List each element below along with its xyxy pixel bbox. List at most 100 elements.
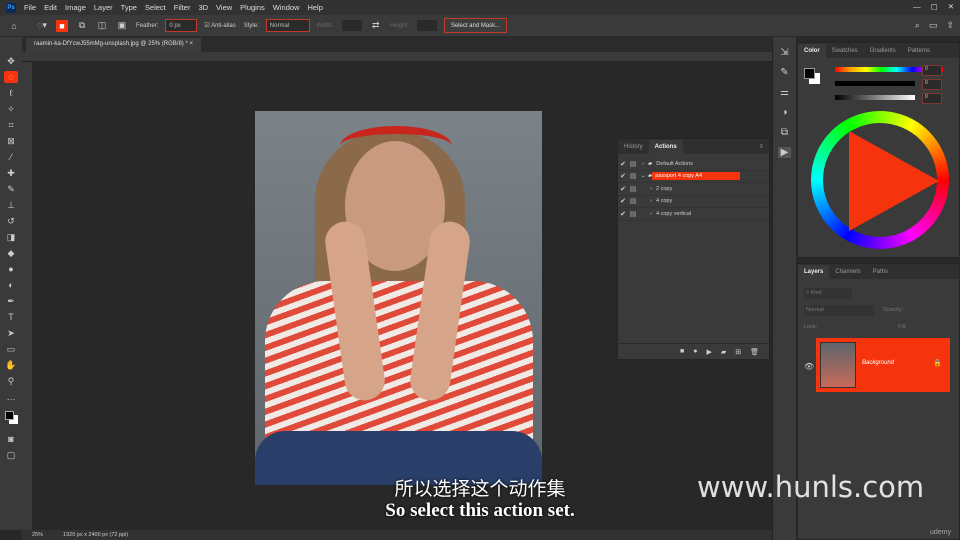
tab-patterns[interactable]: Patterns [902,44,936,58]
color-triangle[interactable] [849,131,939,231]
visibility-eye-icon[interactable]: 👁 [804,362,814,371]
layer-row-background[interactable]: Background 🔒 [816,338,950,392]
dialog-toggle-icon[interactable]: ▤ [628,172,638,180]
expand-icon[interactable]: › [638,198,652,204]
antialias-checkbox[interactable]: ☑ Anti-alias [204,22,235,29]
play-icon[interactable]: ▶ [706,348,711,356]
check-icon[interactable]: ✔ [618,197,628,205]
foreground-swatch[interactable] [804,68,815,79]
path-selection-icon[interactable]: ➤ [4,327,18,339]
eraser-tool-icon[interactable]: ◨ [4,231,18,243]
new-action-icon[interactable]: ⊞ [735,348,741,356]
pen-tool-icon[interactable]: ✒ [4,295,18,307]
new-set-icon[interactable]: ▰ [721,348,726,356]
marquee-preset-icon[interactable]: ◌▾ [36,20,48,32]
properties-icon[interactable]: ⚌ [780,87,789,98]
history-panel-icon[interactable]: ⇲ [780,47,788,58]
zoom-level[interactable]: 25% [32,532,43,538]
minimize-icon[interactable]: — [913,2,921,11]
crop-tool-icon[interactable]: ⌗ [4,119,18,131]
screen-mode-icon[interactable]: ▢ [4,449,18,461]
action-set-passport[interactable]: ✔ ▤ ⌄ ▰ passport 4 copy A4 [618,171,769,183]
history-brush-icon[interactable]: ↺ [4,215,18,227]
magic-wand-tool-icon[interactable]: ✧ [4,103,18,115]
menu-image[interactable]: Image [65,3,86,12]
width-input[interactable] [341,20,362,31]
dialog-toggle-icon[interactable]: ▤ [628,197,638,205]
tab-swatches[interactable]: Swatches [826,44,864,58]
dialog-toggle-icon[interactable]: ▤ [628,185,638,193]
subtract-selection-icon[interactable]: ◫ [96,20,108,32]
menu-plugins[interactable]: Plugins [240,3,265,12]
workspace-icon[interactable]: ▭ [929,20,938,31]
check-icon[interactable]: ✔ [618,185,628,193]
expand-icon[interactable]: › [638,161,648,167]
tab-actions[interactable]: Actions [648,139,683,154]
dialog-toggle-icon[interactable]: ▤ [628,210,638,218]
expand-icon[interactable]: › [638,186,652,192]
s-value[interactable]: 0 [922,79,942,90]
saturation-slider[interactable] [835,81,915,86]
dodge-tool-icon[interactable]: ◐ [4,279,18,291]
menu-filter[interactable]: Filter [174,3,191,12]
brightness-slider[interactable] [835,95,915,100]
tab-paths[interactable]: Paths [867,265,894,279]
brush-settings-icon[interactable]: ✎ [780,67,788,78]
action-set-default[interactable]: ✔ ▤ › ▰ Default Actions [618,158,769,171]
clone-stamp-icon[interactable]: ⊥ [4,199,18,211]
tab-gradients[interactable]: Gradients [864,44,902,58]
menu-help[interactable]: Help [307,3,322,12]
style-select[interactable]: Normal [265,19,310,32]
swap-icon[interactable]: ⇄ [370,20,382,32]
record-icon[interactable]: ● [693,348,697,355]
menu-edit[interactable]: Edit [44,3,57,12]
adjustments-icon[interactable]: ◑ [781,107,787,118]
action-item[interactable]: ✔ ▤ › 4 copy [618,196,769,208]
tab-color[interactable]: Color [798,43,826,58]
quick-mask-icon[interactable]: ◙ [4,433,18,445]
blend-mode-select[interactable]: Normal [804,305,874,316]
maximize-icon[interactable]: ▢ [931,2,938,11]
select-and-mask-button[interactable]: Select and Mask... [443,18,508,33]
type-tool-icon[interactable]: T [4,311,18,323]
check-icon[interactable]: ✔ [618,210,628,218]
share-icon[interactable]: ⇪ [946,20,954,31]
add-selection-icon[interactable]: ⧉ [76,20,88,32]
close-tab-icon[interactable]: × [189,41,193,47]
frame-tool-icon[interactable]: ⊠ [4,135,18,147]
menu-view[interactable]: View [216,3,232,12]
color-wheel[interactable] [811,111,949,249]
document-tab[interactable]: raamin-ka-DfYcwJ55mMg-unsplash.jpg @ 25%… [26,38,201,52]
healing-brush-icon[interactable]: ✚ [4,167,18,179]
check-icon[interactable]: ✔ [618,160,628,168]
menu-type[interactable]: Type [121,3,137,12]
panel-menu-icon[interactable]: ≡ [753,140,769,154]
more-tools-icon[interactable]: … [4,391,18,403]
h-value[interactable]: 0 [922,65,942,76]
libraries-icon[interactable]: ⧉ [781,127,788,138]
feather-input[interactable]: 0 px [165,19,198,32]
home-icon[interactable]: ⌂ [8,20,20,32]
tab-channels[interactable]: Channels [829,265,866,279]
b-value[interactable]: 0 [922,93,942,104]
tab-history[interactable]: History [618,140,649,154]
intersect-selection-icon[interactable]: ▣ [116,20,128,32]
dialog-toggle-icon[interactable]: ▤ [628,160,638,168]
layer-filter-search[interactable]: ⌕ Kind [804,288,852,299]
lasso-tool-icon[interactable]: ℓ [4,87,18,99]
elliptical-marquee-tool-icon[interactable]: ◌ [4,71,18,83]
layer-name[interactable]: Background [862,360,894,366]
move-tool-icon[interactable]: ✥ [4,55,18,67]
menu-file[interactable]: File [24,3,36,12]
action-item[interactable]: ✔ ▤ › 2 copy [618,183,769,196]
check-icon[interactable]: ✔ [618,172,628,180]
menu-3d[interactable]: 3D [198,3,208,12]
document-canvas-photo[interactable] [255,111,542,485]
height-input[interactable] [416,20,437,31]
stop-icon[interactable]: ■ [680,348,684,355]
actions-panel-icon[interactable]: ▶ [777,147,792,158]
search-icon[interactable]: ⌕ [915,20,920,31]
foreground-background-colors[interactable] [4,407,18,429]
brush-tool-icon[interactable]: ✎ [4,183,18,195]
collapse-icon[interactable]: ⌄ [638,173,648,179]
